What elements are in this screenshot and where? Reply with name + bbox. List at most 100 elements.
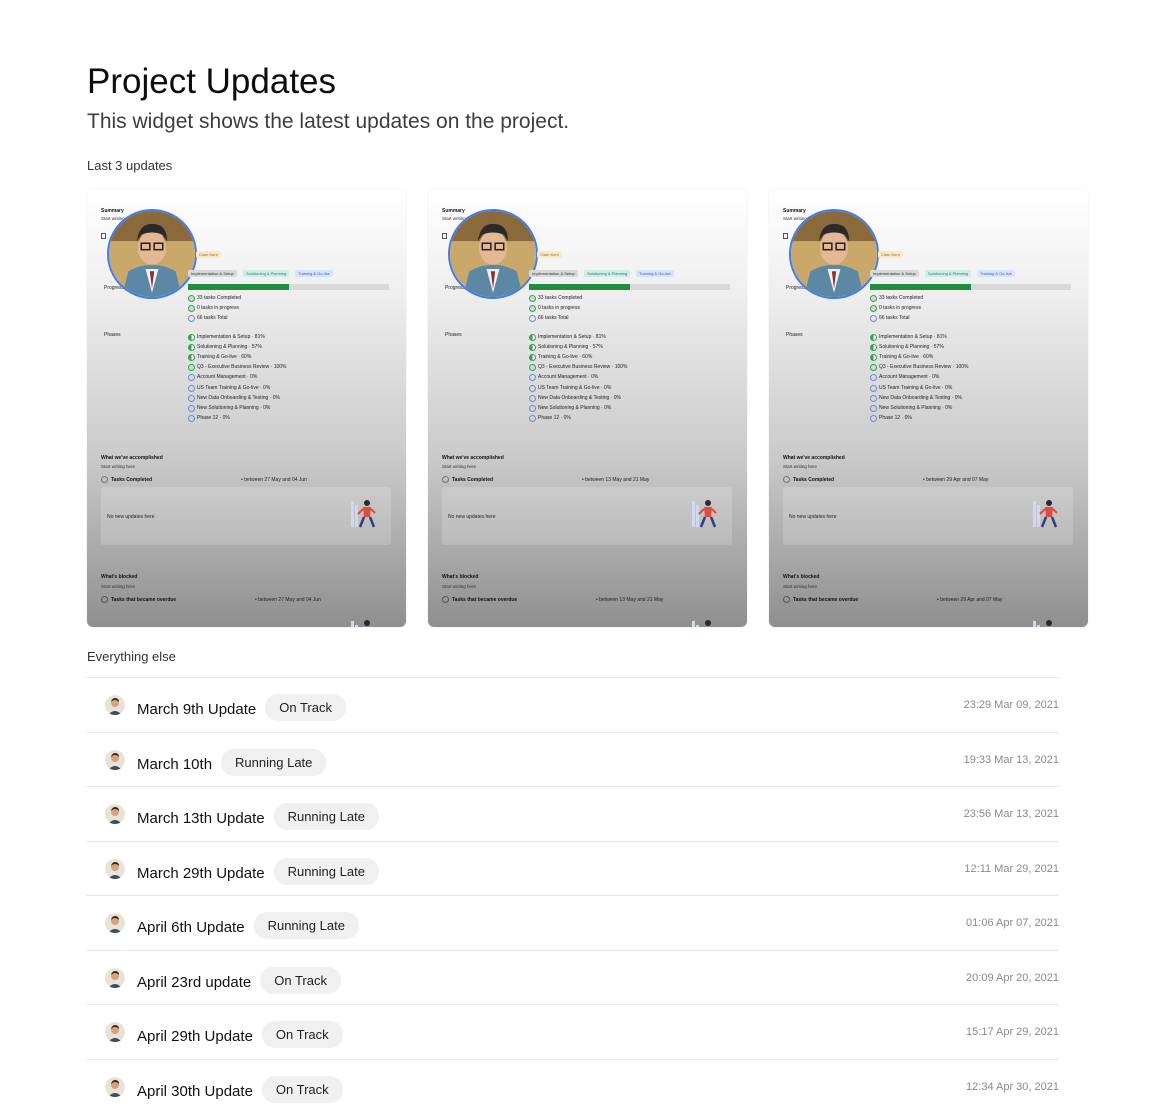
phase-item: Account Management · 0% [879,374,939,380]
phase-status-icon [870,385,877,392]
phase-item: Solutioning & Planning · 57% [538,344,603,350]
avatar [105,695,125,715]
phase-item: US Team Training & Go-live · 0% [879,385,952,391]
date-range: • between 13 May and 21 May [582,477,649,483]
date-range: • between 29 Apr and 07 May [923,477,988,483]
blocked-heading: What's blocked [442,574,478,580]
tasks-completed-label: Tasks Completed [452,477,493,483]
person-icon [105,913,125,933]
person-walking-icon [1031,617,1059,627]
progress-bar [870,284,1071,290]
phase-item: US Team Training & Go-live · 0% [197,385,270,391]
phase-status-icon [870,415,877,422]
phase-item: Implementation & Setup · 81% [879,334,947,340]
circle-icon [442,596,449,603]
person-walking-icon [349,497,377,534]
check-icon [188,305,195,312]
page-title: Project Updates [87,62,336,102]
owner-tag: Clark Kent [537,251,562,258]
phase-tag: Solutioning & Planning [243,270,289,277]
progress-bar [188,284,389,290]
phase-status-icon [529,415,536,422]
summary-heading: Summary [101,208,124,214]
status-badge: On Track [265,694,346,721]
update-row[interactable]: April 23rd updateOn Track 20:09 Apr 20, … [87,950,1059,1005]
tasks-overdue-label: Tasks that became overdue [793,597,858,603]
update-card[interactable]: SummaryStart writing hereProgressClark K… [428,189,747,627]
phase-item: Account Management · 0% [538,374,598,380]
update-row[interactable]: March 13th UpdateRunning Late 23:56 Mar … [87,786,1059,841]
phase-tag: Training & Go-live [295,270,333,277]
status-badge: On Track [262,1021,343,1048]
status-badge: On Track [260,967,341,994]
phase-status-icon [870,405,877,412]
update-row[interactable]: April 6th UpdateRunning Late 01:06 Apr 0… [87,895,1059,950]
update-row[interactable]: April 30th UpdateOn Track 12:34 Apr 30, … [87,1059,1059,1113]
phase-status-icon [870,364,877,371]
check-icon [529,305,536,312]
phase-item: Q3 - Executive Business Review · 100% [879,364,968,370]
empty-state-text: No new updates here [789,514,837,520]
date-range: • between 13 May and 21 May [596,597,663,603]
phase-status-icon [529,344,536,351]
update-title: March 29th Update [137,865,265,882]
phase-item: US Team Training & Go-live · 0% [538,385,611,391]
phase-tag: Training & Go-live [977,270,1015,277]
tasks-completed-label: Tasks Completed [793,477,834,483]
task-stat: 33 tasks Completed [879,295,923,301]
phase-status-icon [529,395,536,402]
phase-item: Training & Go-live · 60% [879,354,933,360]
update-title: March 13th Update [137,810,265,827]
recent-updates-cards: SummaryStart writing hereProgressClark K… [87,189,1089,627]
phase-status-icon [188,334,195,341]
progress-fill [870,284,971,290]
summary-heading: Summary [442,208,465,214]
update-row[interactable]: April 29th UpdateOn Track 15:17 Apr 29, … [87,1004,1059,1059]
phase-item: New Solutioning & Planning · 0% [197,405,270,411]
update-card[interactable]: SummaryStart writing hereProgressClark K… [769,189,1088,627]
phase-status-icon [188,374,195,381]
phase-item: Phase 12 · 0% [538,415,571,421]
update-timestamp: 12:11 Mar 29, 2021 [964,863,1059,875]
update-row[interactable]: March 29th UpdateRunning Late 12:11 Mar … [87,841,1059,896]
phase-status-icon [188,405,195,412]
phase-item: New Data Onboarding & Testing · 0% [879,395,962,401]
avatar [105,750,125,770]
update-card[interactable]: SummaryStart writing hereProgressClark K… [87,189,406,627]
tasks-overdue-label: Tasks that became overdue [452,597,517,603]
accomplished-heading: What we've accomplished [101,455,163,461]
phase-status-icon [188,385,195,392]
empty-state-text: No new updates here [107,514,155,520]
date-range: • between 27 May and 04 Jun [255,597,321,603]
phase-tag: Training & Go-live [636,270,674,277]
phase-item: New Solutioning & Planning · 0% [538,405,611,411]
tasks-completed-label: Tasks Completed [111,477,152,483]
update-row[interactable]: March 10th Running Late 19:33 Mar 13, 202… [87,732,1059,787]
summary-heading: Summary [783,208,806,214]
document-icon [101,233,106,239]
accomplished-heading: What we've accomplished [783,455,845,461]
update-timestamp: 19:33 Mar 13, 2021 [964,754,1059,766]
person-icon [105,695,125,715]
person-walking-icon [690,497,718,534]
phase-tag: Implementation & Setup [529,270,578,277]
update-title: March 10th [137,756,212,773]
update-timestamp: 15:17 Apr 29, 2021 [966,1026,1059,1038]
status-badge: Running Late [221,749,326,776]
update-row[interactable]: March 9th UpdateOn Track 23:29 Mar 09, 2… [87,677,1059,732]
update-title: April 23rd update [137,974,251,991]
circle-icon [783,476,790,483]
phase-status-icon [870,374,877,381]
phase-status-icon [188,344,195,351]
date-range: • between 27 May and 04 Jun [241,477,307,483]
status-badge: Running Late [274,803,379,830]
avatar [105,968,125,988]
person-icon [105,804,125,824]
circle-icon [442,476,449,483]
update-title: March 9th Update [137,701,256,718]
owner-avatar [448,209,538,299]
phase-status-icon [870,354,877,361]
update-title: April 6th Update [137,919,245,936]
person-illustration [450,211,536,297]
blocked-heading: What's blocked [783,574,819,580]
